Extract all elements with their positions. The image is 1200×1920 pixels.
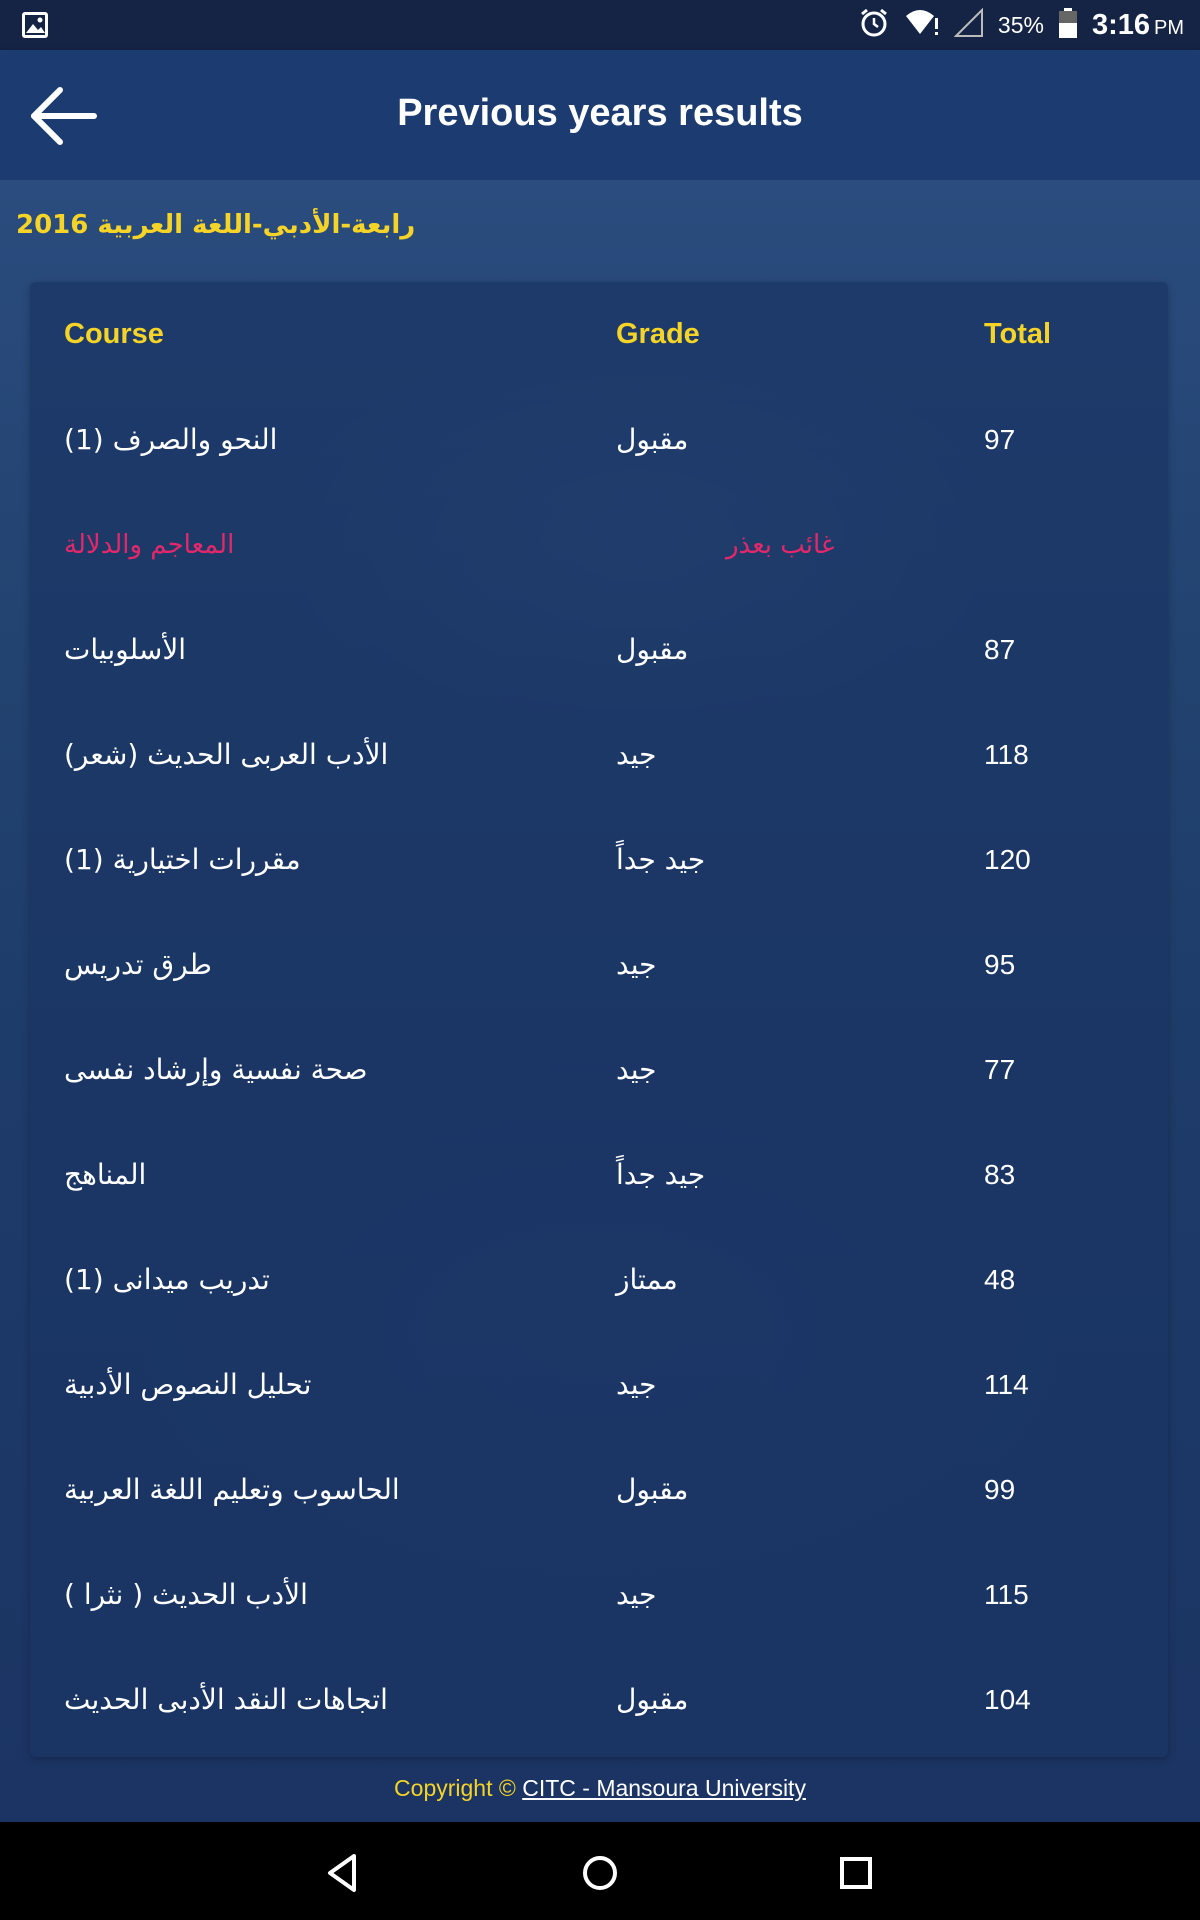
home-circle-icon <box>583 1856 617 1890</box>
nav-recents-button[interactable] <box>829 1846 883 1900</box>
course-grade: جيد جداً <box>616 843 706 876</box>
table-row: الأدب العربى الحديث (شعر) جيد 118 <box>30 702 1168 807</box>
table-row: المناهج جيد جداً 83 <box>30 1122 1168 1227</box>
course-name: المعاجم والدلالة <box>64 529 235 560</box>
table-row: الأدب الحديث ( نثرا ) جيد 115 <box>30 1542 1168 1647</box>
course-total: 97 <box>984 423 1016 455</box>
course-grade: مقبول <box>616 633 689 666</box>
course-grade: جيد <box>616 1053 657 1086</box>
course-grade: مقبول <box>616 1683 689 1716</box>
course-name: الحاسوب وتعليم اللغة العربية <box>64 1473 400 1506</box>
table-row: طرق تدريس جيد 95 <box>30 912 1168 1017</box>
course-grade: مقبول <box>616 1473 689 1506</box>
course-name: المناهج <box>64 1158 147 1191</box>
course-total: 120 <box>984 843 1031 875</box>
table-row: اتجاهات النقد الأدبى الحديث مقبول 104 <box>30 1647 1168 1752</box>
table-row: الحاسوب وتعليم اللغة العربية مقبول 99 <box>30 1437 1168 1542</box>
header-total: Total <box>984 318 1052 350</box>
course-total <box>984 492 1154 597</box>
course-grade: مقبول <box>616 423 689 456</box>
image-notification-icon <box>20 10 50 45</box>
course-name: النحو والصرف (1) <box>64 423 278 456</box>
battery-icon <box>1058 7 1078 43</box>
course-total: 83 <box>984 1158 1016 1190</box>
copyright-text: Copyright © <box>394 1775 523 1801</box>
app-bar: Previous years results <box>0 50 1200 180</box>
clock-time: 3:16 <box>1091 8 1150 41</box>
header-grade: Grade <box>616 318 700 350</box>
table-row: صحة نفسية وإرشاد نفسى جيد 77 <box>30 1017 1168 1122</box>
header-course: Course <box>64 318 164 350</box>
section-title: رابعة-الأدبي-اللغة العربية 2016 <box>16 210 416 240</box>
table-row: مقررات اختيارية (1) جيد جداً 120 <box>30 807 1168 912</box>
course-name: طرق تدريس <box>64 948 212 981</box>
course-total: 115 <box>984 1578 1029 1610</box>
results-table: Course Grade Total النحو والصرف (1) مقبو… <box>30 282 1168 1757</box>
status-bar: 35% 3:16 PM <box>0 0 1200 50</box>
clock-ampm: PM <box>1154 16 1184 39</box>
course-grade: ممتاز <box>616 1263 678 1296</box>
table-row: الأسلوبيات مقبول 87 <box>30 597 1168 702</box>
course-total: 77 <box>984 1053 1016 1085</box>
course-name: صحة نفسية وإرشاد نفسى <box>64 1053 368 1086</box>
system-nav-bar <box>0 1822 1200 1920</box>
nav-back-button[interactable] <box>316 1846 370 1900</box>
table-row: تحليل النصوص الأدبية جيد 114 <box>30 1332 1168 1437</box>
course-grade: جيد <box>616 1578 657 1611</box>
course-total: 87 <box>984 633 1016 665</box>
alarm-icon <box>858 7 890 44</box>
course-name: تدريب ميدانى (1) <box>64 1263 270 1296</box>
course-name: الأدب الحديث ( نثرا ) <box>64 1578 308 1611</box>
copyright-footer: Copyright © CITC - Mansoura University <box>0 1775 1200 1802</box>
table-row: النحو والصرف (1) مقبول 97 <box>30 387 1168 492</box>
course-total: 48 <box>984 1263 1016 1295</box>
wifi-icon <box>904 8 940 43</box>
table-row: تدريب ميدانى (1) ممتاز 48 <box>30 1227 1168 1332</box>
table-header: Course Grade Total <box>30 282 1168 387</box>
recents-square-icon <box>840 1857 872 1889</box>
course-name: مقررات اختيارية (1) <box>64 843 301 876</box>
course-name: الأسلوبيات <box>64 633 187 666</box>
course-total: 95 <box>984 948 1016 980</box>
course-name: اتجاهات النقد الأدبى الحديث <box>64 1683 388 1716</box>
citc-link[interactable]: CITC - Mansoura University <box>522 1775 806 1801</box>
table-row: المعاجم والدلالة غائب بعذر <box>30 492 1168 597</box>
course-total: 118 <box>984 738 1029 770</box>
signal-icon <box>953 7 984 43</box>
course-total: 114 <box>984 1368 1029 1400</box>
course-grade: جيد <box>616 738 657 771</box>
course-name: الأدب العربى الحديث (شعر) <box>64 738 389 771</box>
back-triangle-icon <box>328 1854 356 1892</box>
page-title: Previous years results <box>397 92 803 134</box>
course-grade: جيد <box>616 948 657 981</box>
course-total: 104 <box>984 1683 1031 1715</box>
course-grade: جيد جداً <box>616 1158 706 1191</box>
course-grade: جيد <box>616 1368 657 1401</box>
nav-home-button[interactable] <box>573 1846 627 1900</box>
course-name: تحليل النصوص الأدبية <box>64 1368 312 1401</box>
course-total: 99 <box>984 1473 1016 1505</box>
battery-percent: 35% <box>997 11 1044 38</box>
clock: 3:16 PM <box>1092 9 1184 42</box>
